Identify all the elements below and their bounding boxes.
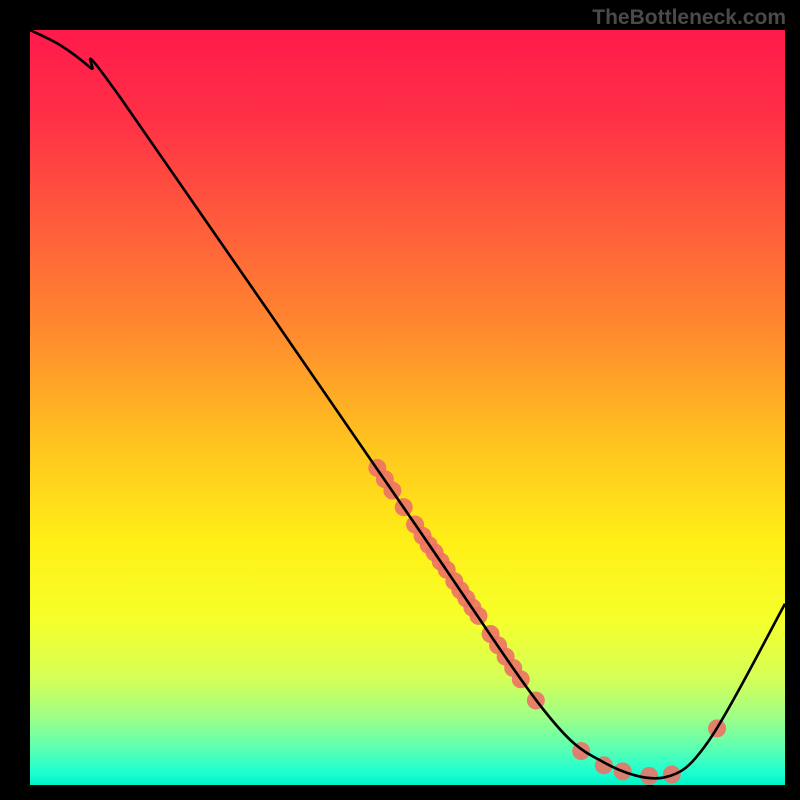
chart-svg — [30, 30, 785, 785]
watermark-text: TheBottleneck.com — [592, 6, 786, 30]
chart-container: TheBottleneck.com — [0, 0, 800, 800]
scatter-points — [368, 459, 726, 785]
bottleneck-curve — [30, 30, 785, 778]
plot-area — [30, 30, 785, 785]
